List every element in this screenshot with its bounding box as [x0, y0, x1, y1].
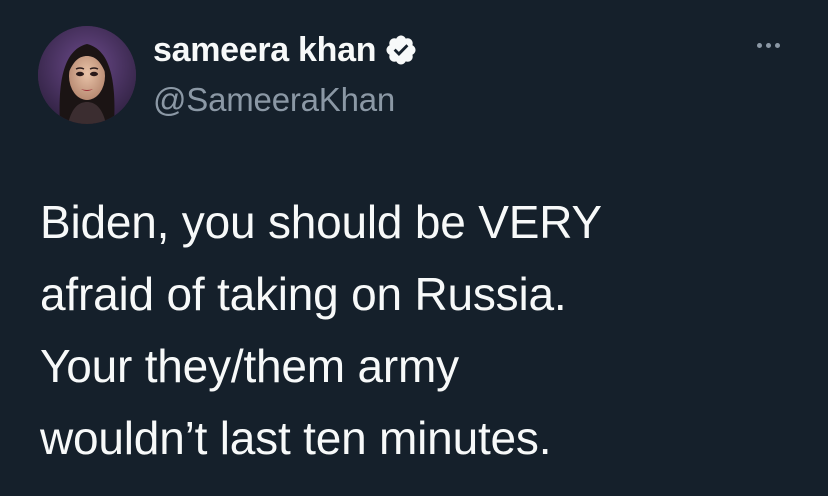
tweet-text-line: wouldn’t last ten minutes. — [40, 412, 552, 464]
author-handle[interactable]: @SameeraKhan — [153, 80, 395, 120]
more-options-icon — [774, 42, 780, 48]
more-options-button[interactable] — [750, 30, 786, 60]
tweet-text-line: Biden, you should be VERY — [40, 196, 602, 248]
more-options-icon — [756, 42, 762, 48]
tweet-card: sameera khan @SameeraKhan Biden, you sho… — [0, 0, 828, 496]
author-display-name[interactable]: sameera khan — [153, 30, 377, 70]
author-name-row[interactable]: sameera khan — [153, 30, 418, 70]
tweet-text-line: afraid of taking on Russia. — [40, 268, 567, 320]
avatar-portrait-icon — [38, 26, 136, 124]
tweet-text: Biden, you should be VERY afraid of taki… — [40, 186, 800, 474]
tweet-text-line: Your they/them army — [40, 340, 459, 392]
more-options-icon — [765, 42, 771, 48]
verified-badge-icon — [384, 33, 418, 67]
avatar[interactable] — [38, 26, 136, 124]
